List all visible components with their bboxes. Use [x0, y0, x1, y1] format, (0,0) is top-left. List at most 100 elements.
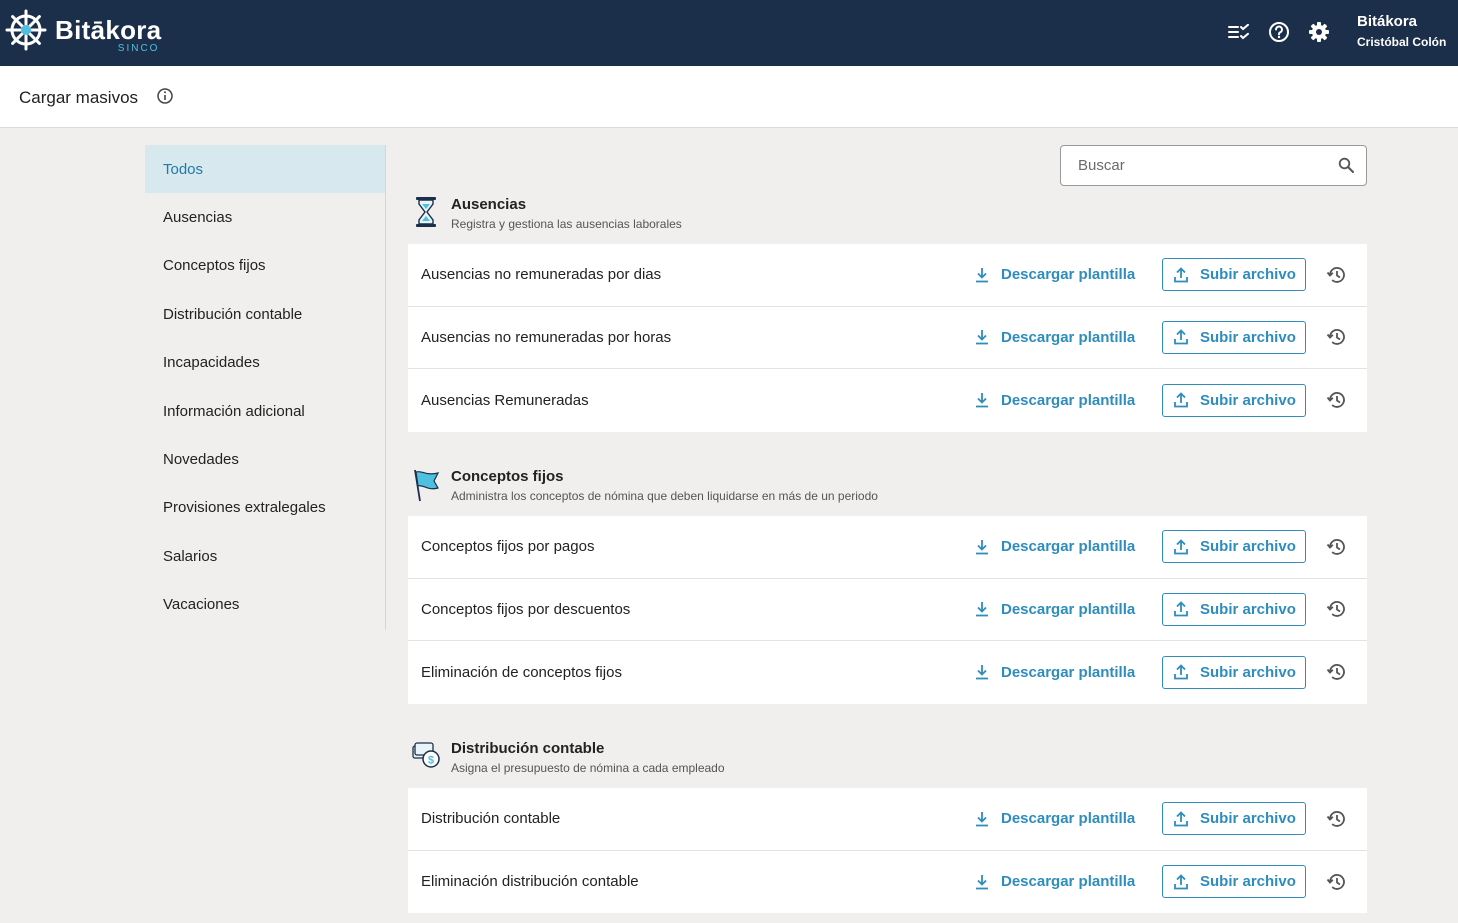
page-header: Cargar masivos [0, 66, 1458, 128]
upload-file-button[interactable]: Subir archivo [1162, 865, 1306, 899]
download-template-button[interactable]: Descargar plantilla [974, 329, 1135, 346]
app-logo[interactable]: Bitākora SINCO [5, 9, 162, 54]
sidebar-item-salarios[interactable]: Salarios [145, 532, 385, 580]
upload-icon [1174, 329, 1188, 345]
download-label: Descargar plantilla [1001, 663, 1136, 681]
upload-file-button[interactable]: Subir archivo [1162, 383, 1306, 417]
history-icon[interactable] [1326, 264, 1348, 286]
sidebar-item-label: Incapacidades [163, 354, 260, 372]
download-template-button[interactable]: Descargar plantilla [974, 601, 1135, 618]
download-icon [976, 811, 988, 827]
history-icon[interactable] [1326, 808, 1348, 830]
sidebar-item-label: Distribución contable [163, 305, 303, 323]
logo-subtitle: SINCO [117, 43, 160, 54]
upload-icon [1174, 538, 1188, 555]
section-conceptos-fijos: Conceptos fijos Administra los conceptos… [408, 468, 1367, 704]
upload-label: Subir archivo [1200, 600, 1296, 618]
list-item: Ausencias no remuneradas por horas Desca… [408, 307, 1367, 369]
section-ausencias: Ausencias Registra y gestiona las ausenc… [408, 196, 1367, 432]
help-icon[interactable] [1266, 19, 1292, 45]
list-item: Ausencias Remuneradas Descargar plantill… [408, 369, 1367, 432]
page-title: Cargar masivos [19, 88, 139, 107]
section-rows: Distribución contable Descargar plantill… [408, 788, 1367, 913]
sidebar-item-distribucion-contable[interactable]: Distribución contable [145, 290, 385, 338]
history-icon[interactable] [1326, 598, 1348, 620]
history-icon[interactable] [1326, 326, 1348, 348]
list-item: Conceptos fijos por descuentos Descargar… [408, 579, 1367, 641]
download-label: Descargar plantilla [1001, 391, 1136, 409]
history-icon[interactable] [1326, 661, 1348, 683]
hourglass-icon [416, 197, 436, 227]
upload-file-button[interactable]: Subir archivo [1162, 592, 1306, 626]
gear-icon[interactable] [1306, 19, 1332, 45]
section-description: Administra los conceptos de nómina que d… [451, 489, 878, 503]
download-template-button[interactable]: Descargar plantilla [974, 266, 1135, 283]
ship-wheel-icon [5, 9, 47, 51]
download-template-button[interactable]: Descargar plantilla [974, 538, 1135, 555]
search-icon[interactable] [1338, 157, 1354, 173]
sidebar-item-label: Información adicional [163, 402, 305, 420]
upload-label: Subir archivo [1200, 663, 1296, 681]
list-item: Eliminación distribución contable Descar… [408, 851, 1367, 914]
history-icon[interactable] [1326, 871, 1348, 893]
download-icon [976, 393, 988, 408]
sidebar-item-label: Conceptos fijos [163, 257, 266, 275]
upload-file-button[interactable]: Subir archivo [1162, 258, 1306, 292]
sidebar-item-ausencias[interactable]: Ausencias [145, 193, 385, 241]
download-label: Descargar plantilla [1001, 328, 1136, 346]
upload-icon [1174, 266, 1188, 283]
upload-file-button[interactable]: Subir archivo [1162, 655, 1306, 689]
history-icon[interactable] [1326, 389, 1348, 411]
download-template-button[interactable]: Descargar plantilla [974, 810, 1135, 827]
user-info[interactable]: Bitákora Cristóbal Colón [1357, 13, 1446, 49]
section-description: Asigna el presupuesto de nómina a cada e… [451, 761, 725, 775]
sidebar-item-informacion-adicional[interactable]: Información adicional [145, 387, 385, 435]
row-label: Ausencias no remuneradas por horas [421, 328, 672, 346]
upload-label: Subir archivo [1200, 266, 1296, 284]
upload-label: Subir archivo [1200, 873, 1296, 891]
sidebar-item-vacaciones[interactable]: Vacaciones [145, 581, 385, 629]
download-label: Descargar plantilla [1001, 873, 1136, 891]
sidebar-item-incapacidades[interactable]: Incapacidades [145, 339, 385, 387]
download-label: Descargar plantilla [1001, 266, 1136, 284]
sidebar-item-label: Vacaciones [163, 596, 240, 614]
row-label: Eliminación de conceptos fijos [421, 663, 622, 681]
upload-file-button[interactable]: Subir archivo [1162, 530, 1306, 564]
section-rows: Ausencias no remuneradas por dias Descar… [408, 244, 1367, 432]
list-item: Eliminación de conceptos fijos Descargar… [408, 641, 1367, 704]
user-name: Cristóbal Colón [1357, 35, 1447, 49]
download-template-button[interactable]: Descargar plantilla [974, 664, 1135, 681]
sidebar-item-label: Salarios [163, 547, 218, 565]
checklist-icon[interactable] [1226, 19, 1252, 45]
sidebar-item-novedades[interactable]: Novedades [145, 435, 385, 483]
history-icon[interactable] [1326, 536, 1348, 558]
svg-text:$: $ [428, 755, 434, 767]
upload-icon [1174, 873, 1188, 890]
download-icon [976, 267, 988, 283]
sidebar-item-todos[interactable]: Todos [145, 145, 385, 194]
upload-icon [1174, 810, 1188, 827]
info-icon[interactable] [156, 87, 174, 105]
section-title: Conceptos fijos [451, 468, 564, 485]
row-label: Ausencias Remuneradas [421, 391, 589, 409]
logo-title: Bitākora [55, 15, 162, 45]
sidebar-item-label: Novedades [163, 451, 239, 469]
section-title: Distribución contable [451, 740, 605, 757]
flag-icon [414, 469, 440, 502]
download-icon [976, 665, 988, 680]
sidebar-item-label: Ausencias [163, 209, 233, 227]
download-icon [976, 539, 988, 555]
section-title: Ausencias [451, 196, 527, 213]
section-distribucion-contable: $ Distribución contable Asigna el presup… [408, 740, 1367, 913]
upload-file-button[interactable]: Subir archivo [1162, 320, 1306, 354]
upload-file-button[interactable]: Subir archivo [1162, 802, 1306, 836]
section-description: Registra y gestiona las ausencias labora… [451, 217, 682, 231]
row-label: Conceptos fijos por descuentos [421, 600, 631, 618]
search-input[interactable] [1061, 146, 1331, 185]
row-label: Eliminación distribución contable [421, 873, 639, 891]
sidebar-item-provisiones-extralegales[interactable]: Provisiones extralegales [145, 484, 385, 532]
sidebar-item-conceptos-fijos[interactable]: Conceptos fijos [145, 242, 385, 290]
download-label: Descargar plantilla [1001, 600, 1136, 618]
download-template-button[interactable]: Descargar plantilla [974, 873, 1135, 890]
download-template-button[interactable]: Descargar plantilla [974, 392, 1135, 409]
